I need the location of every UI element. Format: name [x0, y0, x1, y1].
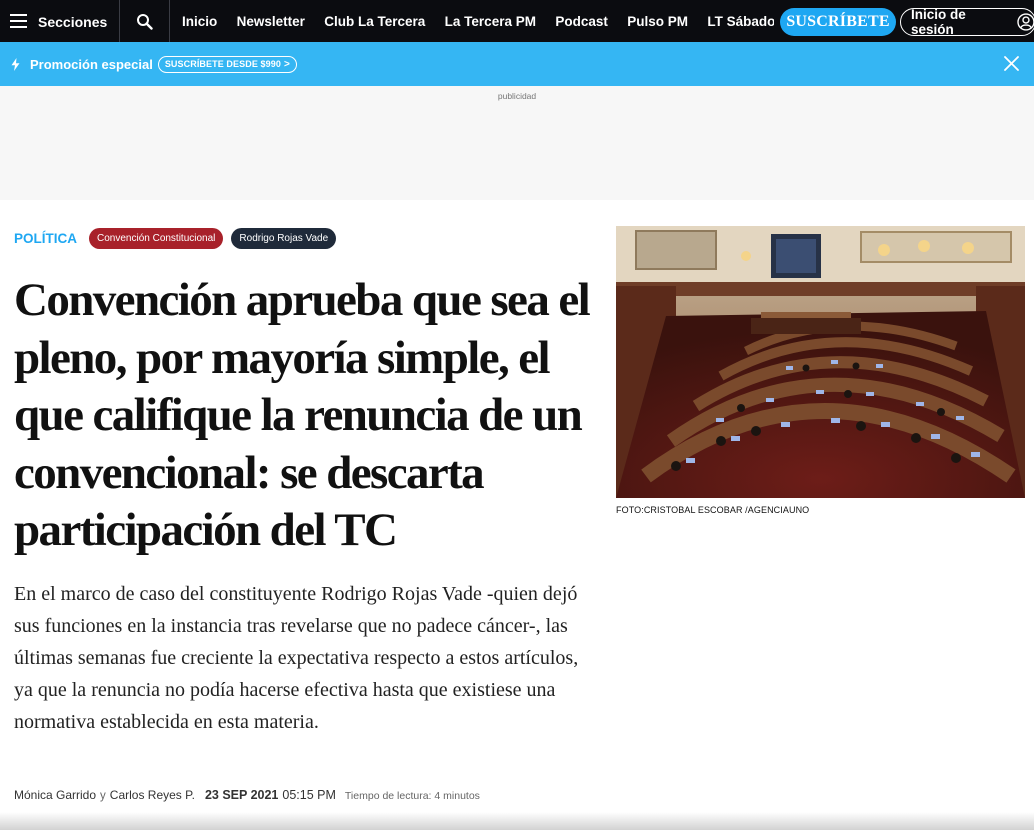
main-nav-links: Inicio Newsletter Club La Tercera La Ter… [170, 0, 774, 42]
article-photo[interactable] [616, 226, 1025, 498]
author-link[interactable]: Mónica Garrido [14, 788, 96, 802]
sections-menu-button[interactable]: Secciones [0, 0, 121, 42]
publish-time: 05:15 PM [282, 788, 336, 802]
search-button[interactable] [120, 0, 171, 42]
user-icon [1017, 13, 1034, 31]
article-headline: Convención aprueba que sea el pleno, por… [14, 274, 591, 556]
bolt-icon [11, 57, 20, 71]
promo-pill-label: SUSCRÍBETE DESDE $990 [164, 59, 281, 69]
article-lede: En el marco de caso del constituyente Ro… [14, 583, 579, 733]
promo-subscribe-pill[interactable]: SUSCRÍBETE DESDE $990 > [157, 55, 297, 73]
nav-link-podcast[interactable]: Podcast [546, 14, 618, 29]
ad-label: publicidad [497, 91, 537, 101]
reading-time: Tiempo de lectura: 4 minutos [344, 790, 480, 802]
tag-rodrigo-rojas-vade[interactable]: Rodrigo Rojas Vade [231, 227, 337, 249]
login-button[interactable]: Inicio de sesión [900, 7, 1034, 37]
promo-banner: Promoción especial SUSCRÍBETE DESDE $990… [0, 42, 1034, 86]
author-link[interactable]: Carlos Reyes P. [110, 788, 195, 802]
publish-date: 23 SEP 2021 [204, 788, 279, 802]
hamburger-icon [10, 14, 27, 28]
bottom-fade-overlay [0, 812, 1034, 830]
chamber-photo-illustration [616, 226, 1025, 498]
nav-link-club-la-tercera[interactable]: Club La Tercera [315, 14, 435, 29]
article-tags: POLÍTICA Convención Constitucional Rodri… [14, 227, 344, 249]
sections-menu-label: Secciones [38, 14, 108, 30]
nav-link-newsletter[interactable]: Newsletter [227, 14, 315, 29]
promo-text: Promoción especial [30, 56, 153, 72]
nav-link-inicio[interactable]: Inicio [172, 14, 227, 29]
author-joiner: y [100, 790, 106, 802]
nav-link-lt-sabado[interactable]: LT Sábado [698, 14, 774, 29]
nav-link-la-tercera-pm[interactable]: La Tercera PM [435, 14, 546, 29]
article-byline: Mónica Garrido y Carlos Reyes P. 23 SEP … [14, 788, 480, 802]
subscribe-button[interactable]: SUSCRÍBETE [780, 8, 896, 36]
close-icon[interactable] [1003, 55, 1020, 72]
chevron-right-icon: > [283, 58, 290, 70]
search-icon [137, 13, 153, 30]
login-label: Inicio de sesión [911, 7, 966, 37]
photo-credit: FOTO:CRISTOBAL ESCOBAR /AGENCIAUNO [616, 505, 810, 515]
advertisement-slot: publicidad [0, 86, 1034, 200]
top-navigation: Secciones Inicio Newsletter Club La Terc… [0, 0, 1034, 42]
section-link-politica[interactable]: POLÍTICA [14, 231, 77, 246]
nav-link-pulso-pm[interactable]: Pulso PM [618, 14, 698, 29]
tag-convencion-constitucional[interactable]: Convención Constitucional [89, 227, 224, 249]
